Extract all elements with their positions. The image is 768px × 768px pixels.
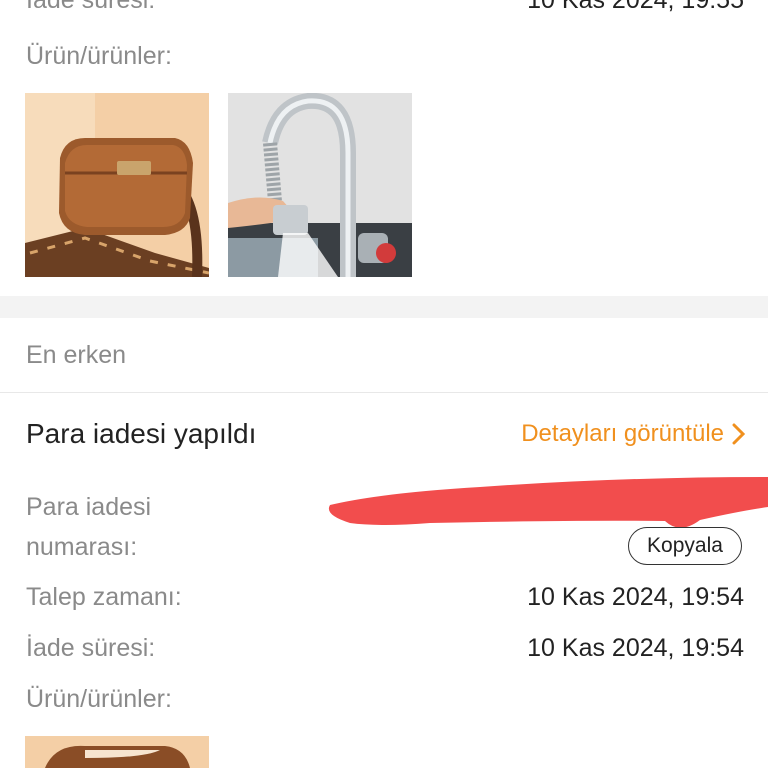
section-header: En erken [26, 341, 127, 369]
product-thumbnail-bag-2[interactable] [25, 736, 209, 768]
header-divider [0, 392, 768, 393]
bag-image-2 [25, 736, 209, 768]
copy-button[interactable]: Kopyala [628, 527, 742, 565]
return-period-value-2: 10 Kas 2024, 19:54 [527, 634, 744, 662]
request-time-label: Talep zamanı: [26, 583, 182, 611]
view-details-link[interactable]: Detayları görüntüle [521, 420, 746, 448]
refund-status-title: Para iadesi yapıldı [26, 418, 257, 449]
view-details-label: Detayları görüntüle [521, 420, 724, 447]
request-time-value: 10 Kas 2024, 19:54 [527, 583, 744, 611]
return-period-value: 10 Kas 2024, 19:55 [527, 0, 744, 14]
faucet-image [228, 93, 412, 277]
section-divider [0, 296, 768, 318]
products-label: Ürün/ürünler: [26, 42, 172, 70]
product-thumbnail-bag[interactable] [25, 93, 209, 277]
bag-image [25, 93, 209, 277]
products-label-2: Ürün/ürünler: [26, 685, 172, 713]
chevron-right-icon [732, 423, 746, 445]
return-period-label: İade süresi: [26, 0, 156, 14]
refund-number-label-line2: numarası: [26, 533, 138, 561]
refund-number-label-line1: Para iadesi [26, 493, 152, 521]
product-thumbnail-faucet[interactable] [228, 93, 412, 277]
return-period-label-2: İade süresi: [26, 634, 156, 662]
